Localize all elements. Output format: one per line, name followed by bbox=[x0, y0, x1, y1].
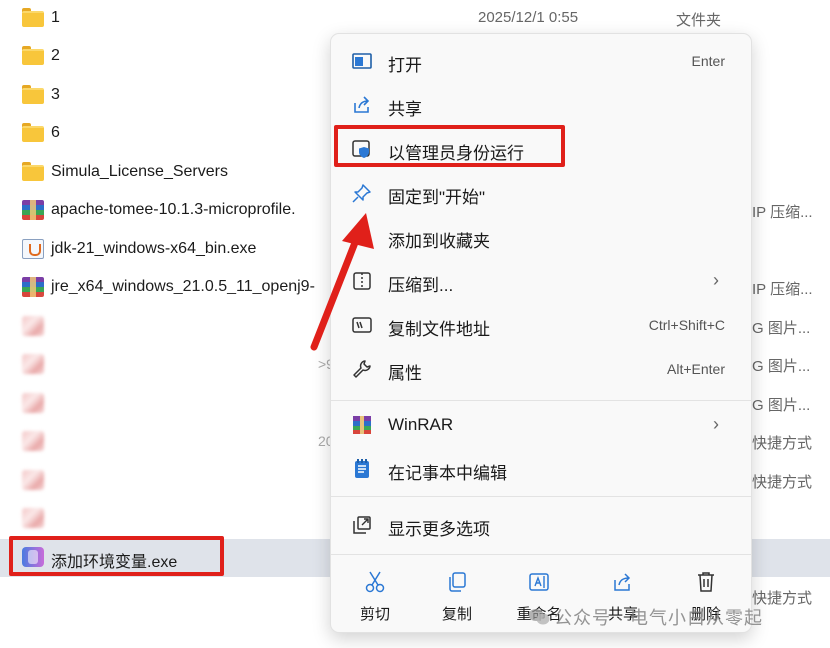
more-options-icon bbox=[351, 514, 373, 536]
image-file-icon bbox=[22, 393, 44, 413]
file-type: 快捷方式 bbox=[752, 435, 813, 452]
menu-shortcut: Ctrl+Shift+C bbox=[648, 317, 725, 333]
menu-item-compress-to[interactable]: 压缩到... › bbox=[339, 261, 743, 301]
menu-divider bbox=[331, 400, 751, 401]
context-menu: 打开 Enter 共享 以管理员身份运行 固定到"开始" 添加到收藏夹 压缩到.… bbox=[330, 33, 752, 633]
menu-item-share[interactable]: 共享 bbox=[339, 85, 743, 125]
shortcut-icon bbox=[22, 508, 44, 528]
menu-item-winrar[interactable]: WinRAR › bbox=[339, 405, 743, 445]
menu-item-show-more-options[interactable]: 显示更多选项 bbox=[339, 505, 743, 545]
file-type: 快捷方式 bbox=[752, 474, 813, 491]
menu-label: 显示更多选项 bbox=[388, 520, 490, 539]
watermark-text: 公众号 · 电气小白从零起 bbox=[554, 608, 763, 628]
chevron-right-icon: › bbox=[713, 270, 719, 290]
folder-icon bbox=[22, 162, 44, 182]
action-label: 复制 bbox=[441, 606, 472, 623]
menu-divider bbox=[331, 554, 751, 555]
share-icon bbox=[612, 570, 634, 594]
folder-icon bbox=[22, 85, 44, 105]
folder-icon bbox=[22, 123, 44, 143]
scissors-icon bbox=[364, 570, 386, 594]
file-name: apache-tomee-10.1.3-microprofile. bbox=[51, 201, 296, 218]
notepad-icon bbox=[351, 458, 373, 480]
action-label: 剪切 bbox=[359, 606, 390, 623]
file-type: G 图片... bbox=[752, 358, 811, 375]
file-date: 2025/12/1 0:55 bbox=[478, 9, 579, 26]
menu-label: 属性 bbox=[388, 364, 422, 383]
wrench-icon bbox=[351, 358, 373, 380]
shortcut-icon bbox=[22, 470, 44, 490]
file-type: IP 压缩... bbox=[752, 204, 813, 221]
redacted-region bbox=[48, 300, 328, 326]
menu-label: 压缩到... bbox=[388, 276, 454, 295]
chevron-right-icon: › bbox=[713, 414, 719, 434]
highlight-run-as-admin bbox=[334, 125, 565, 167]
file-name: jdk-21_windows-x64_bin.exe bbox=[51, 240, 257, 257]
pin-icon bbox=[351, 182, 373, 204]
trash-icon bbox=[695, 570, 717, 594]
copy-button[interactable]: 复制 bbox=[427, 566, 487, 623]
menu-label: 共享 bbox=[388, 100, 422, 119]
winrar-archive-icon bbox=[22, 200, 44, 220]
image-file-icon bbox=[22, 354, 44, 374]
file-name: Simula_License_Servers bbox=[51, 163, 228, 180]
file-name: 3 bbox=[51, 86, 60, 103]
menu-label: 在记事本中编辑 bbox=[388, 464, 507, 483]
file-name: 6 bbox=[51, 124, 60, 141]
file-type: G 图片... bbox=[752, 397, 811, 414]
menu-item-edit-in-notepad[interactable]: 在记事本中编辑 bbox=[339, 449, 743, 489]
file-type: IP 压缩... bbox=[752, 281, 813, 298]
rename-icon bbox=[528, 570, 550, 594]
menu-shortcut: Enter bbox=[691, 53, 725, 69]
menu-shortcut: Alt+Enter bbox=[667, 361, 725, 377]
menu-label: 添加到收藏夹 bbox=[388, 232, 490, 251]
wechat-logo-icon bbox=[528, 609, 550, 625]
file-type: G 图片... bbox=[752, 320, 811, 337]
folder-icon bbox=[22, 8, 44, 28]
menu-label: 固定到"开始" bbox=[388, 188, 486, 207]
annotation-arrow-icon bbox=[310, 213, 374, 351]
cut-button[interactable]: 剪切 bbox=[345, 566, 405, 623]
highlight-selected-file bbox=[9, 536, 224, 576]
menu-label: 打开 bbox=[388, 56, 422, 75]
folder-icon bbox=[22, 46, 44, 66]
menu-item-add-to-favorites[interactable]: 添加到收藏夹 bbox=[339, 217, 743, 257]
file-name: 2 bbox=[51, 47, 60, 64]
menu-item-copy-path[interactable]: 复制文件地址 Ctrl+Shift+C bbox=[339, 305, 743, 345]
shortcut-icon bbox=[22, 431, 44, 451]
copy-icon bbox=[446, 570, 468, 594]
menu-item-properties[interactable]: 属性 Alt+Enter bbox=[339, 349, 743, 389]
menu-label: 复制文件地址 bbox=[388, 320, 490, 339]
menu-item-open[interactable]: 打开 Enter bbox=[339, 41, 743, 81]
open-window-icon bbox=[351, 50, 373, 72]
menu-label: WinRAR bbox=[388, 415, 454, 434]
file-name: jre_x64_windows_21.0.5_11_openj9- bbox=[51, 278, 315, 295]
file-name: 1 bbox=[51, 9, 60, 26]
winrar-icon bbox=[351, 414, 373, 436]
winrar-archive-icon bbox=[22, 277, 44, 297]
image-file-icon bbox=[22, 316, 44, 336]
menu-divider bbox=[331, 496, 751, 497]
menu-item-pin-to-start[interactable]: 固定到"开始" bbox=[339, 173, 743, 213]
file-type: 文件夹 bbox=[676, 12, 722, 29]
share-icon bbox=[351, 94, 373, 116]
java-installer-icon bbox=[22, 239, 44, 259]
